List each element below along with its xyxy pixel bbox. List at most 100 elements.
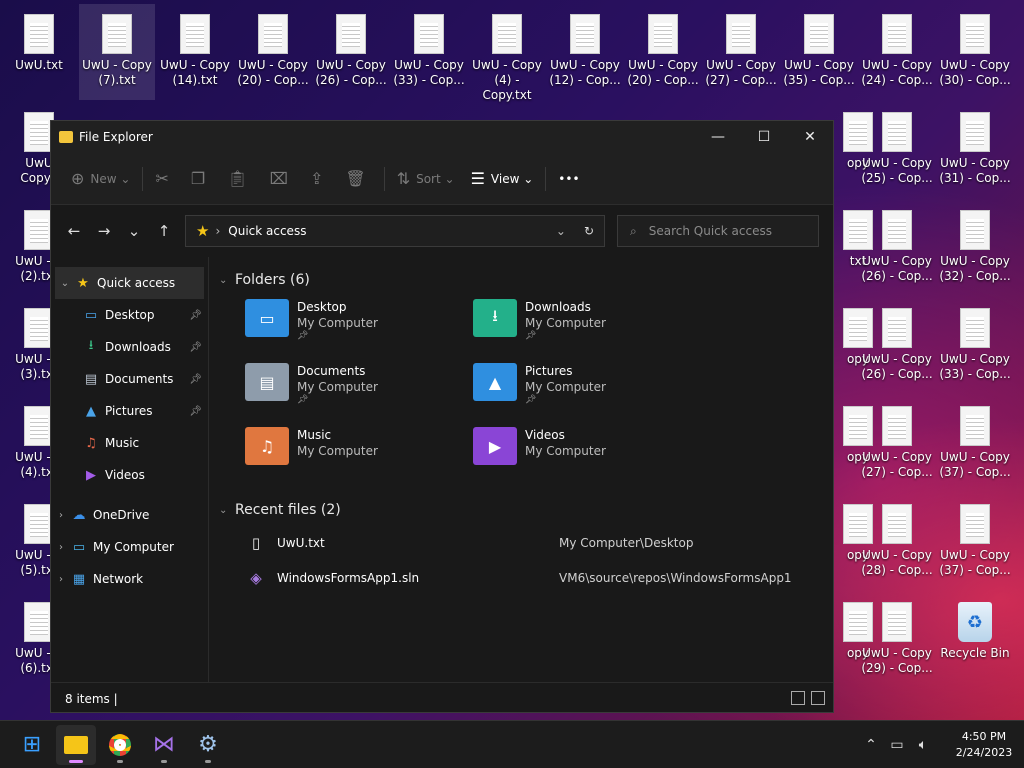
desktop-file-icon[interactable]: UwU - Copy (29) - Cop... — [859, 592, 935, 688]
view-button[interactable]: ☰ View ⌄ — [463, 162, 542, 196]
chevron-down-icon: ⌄ — [219, 504, 228, 516]
sidebar-item-quick-access[interactable]: ⌄ ★ Quick access — [55, 267, 204, 299]
sidebar-item-music[interactable]: ♫ Music — [51, 427, 208, 459]
sidebar-item-downloads[interactable]: ⭳ Downloads 📌︎ — [51, 331, 208, 363]
sidebar-item-my-computer[interactable]: › ▭ My Computer — [51, 531, 208, 563]
folder-location: My Computer — [297, 444, 378, 458]
folder-tile-documents[interactable]: ▤ Documents My Computer 📌︎ — [245, 359, 473, 423]
desktop-file-icon[interactable]: UwU - Copy (31) - Cop... — [937, 102, 1013, 198]
desktop-file-icon[interactable]: UwU - Copy (37) - Cop... — [937, 494, 1013, 590]
desktop-file-label: UwU - Copy (4) - Copy.txt — [472, 58, 542, 102]
desktop-file-icon[interactable]: UwU - Copy (33) - Cop... — [391, 4, 467, 100]
breadcrumb[interactable]: Quick access — [228, 224, 556, 238]
star-icon: ★ — [196, 222, 210, 240]
desktop-file-label: UwU - Copy (30) - Cop... — [939, 58, 1011, 87]
minimize-button[interactable]: — — [695, 121, 741, 153]
folders-section-header[interactable]: ⌄ Folders (6) — [219, 265, 833, 295]
recent-file-row[interactable]: ▯ UwU.txt My Computer\Desktop — [245, 525, 833, 560]
sidebar-item-network[interactable]: › ▦ Network — [51, 563, 208, 595]
desktop-file-icon[interactable]: UwU - Copy (30) - Cop... — [937, 4, 1013, 100]
desktop-file-icon[interactable]: UwU - Copy (28) - Cop... — [859, 494, 935, 590]
cut-button[interactable]: ✂ — [147, 162, 182, 196]
desktop-file-icon[interactable]: UwU - Copy (27) - Cop... — [703, 4, 779, 100]
pin-icon: 📌︎ — [297, 395, 309, 405]
folder-tile-videos[interactable]: ▶ Videos My Computer — [473, 423, 701, 487]
taskbar-file-explorer[interactable] — [56, 724, 96, 765]
rename-button[interactable]: ⌧ — [262, 162, 302, 196]
folder-tile-desktop[interactable]: ▭ Desktop My Computer 📌︎ — [245, 295, 473, 359]
forward-button[interactable]: → — [89, 216, 119, 246]
desktop-file-icon[interactable]: UwU - Copy (7).txt — [79, 4, 155, 100]
recent-file-row[interactable]: ◈ WindowsFormsApp1.sln VM6\source\repos\Wi… — [245, 560, 833, 595]
text-file-icon — [882, 210, 912, 250]
tiles-view-icon[interactable] — [811, 691, 825, 705]
desktop-file-icon[interactable]: UwU - Copy (35) - Cop... — [781, 4, 857, 100]
chevron-icon[interactable]: › — [51, 510, 71, 521]
more-icon: ••• — [558, 171, 580, 186]
folder-tile-pictures[interactable]: ▲ Pictures My Computer 📌︎ — [473, 359, 701, 423]
start-button[interactable]: ⊞ — [12, 725, 52, 765]
chevron-icon[interactable]: › — [51, 542, 71, 553]
network-icon[interactable]: ▭ — [884, 737, 910, 753]
chevron-down-icon[interactable]: ⌄ — [556, 224, 566, 238]
taskbar-visual-studio[interactable]: ⋈ — [144, 725, 184, 765]
desktop-file-label: UwU - Copy (33) - Cop... — [939, 352, 1011, 381]
chevron-up-icon[interactable]: ⌃ — [858, 737, 884, 753]
back-button[interactable]: ← — [59, 216, 89, 246]
recent-locations-button[interactable]: ⌄ — [119, 216, 149, 246]
address-bar[interactable]: ★ › Quick access ⌄ ↻ — [185, 215, 605, 247]
folder-tile-music[interactable]: ♫ Music My Computer — [245, 423, 473, 487]
delete-button[interactable]: 🗑︎ — [337, 162, 379, 196]
sidebar-item-pictures[interactable]: ▲ Pictures 📌︎ — [51, 395, 208, 427]
desktop-file-icon[interactable]: UwU - Copy (20) - Cop... — [625, 4, 701, 100]
share-icon: ⇪ — [309, 169, 324, 188]
desktop-file-icon[interactable]: UwU - Copy (20) - Cop... — [235, 4, 311, 100]
volume-icon[interactable]: 🔈︎ — [910, 737, 936, 753]
close-button[interactable]: ✕ — [787, 121, 833, 153]
details-view-icon[interactable] — [791, 691, 805, 705]
copy-button[interactable]: ❐ — [183, 162, 219, 196]
desktop-file-icon[interactable]: UwU - Copy (37) - Cop... — [937, 396, 1013, 492]
desktop-file-label: UwU - Copy (26) - Cop... — [861, 254, 933, 283]
sidebar-item-videos[interactable]: ▶ Videos — [51, 459, 208, 491]
paste-button[interactable]: 📋︎ — [219, 162, 261, 196]
desktop-file-icon[interactable]: UwU - Copy (4) - Copy.txt — [469, 4, 545, 102]
breadcrumb-separator: › — [215, 224, 221, 238]
chevron-icon[interactable]: › — [51, 574, 71, 585]
up-button[interactable]: ↑ — [149, 216, 179, 246]
desktop-file-icon[interactable]: UwU - Copy (12) - Cop... — [547, 4, 623, 100]
desktop-file-icon[interactable]: UwU - Copy (26) - Cop... — [313, 4, 389, 100]
folder-name: Desktop — [297, 300, 347, 314]
taskbar-settings[interactable]: ⚙ — [188, 725, 228, 765]
desktop-file-icon[interactable]: UwU - Copy (33) - Cop... — [937, 298, 1013, 394]
desktop-file-icon[interactable]: UwU - Copy (32) - Cop... — [937, 200, 1013, 296]
clock[interactable]: 4:50 PM 2/24/2023 — [944, 729, 1024, 761]
taskbar-chrome[interactable] — [100, 725, 140, 765]
folder-tile-downloads[interactable]: ⭳ Downloads My Computer 📌︎ — [473, 295, 701, 359]
sidebar-item-label: Network — [93, 572, 144, 586]
sidebar-item-documents[interactable]: ▤ Documents 📌︎ — [51, 363, 208, 395]
more-options-button[interactable]: ••• — [550, 162, 587, 196]
desktop-file-icon[interactable]: UwU.txt — [1, 4, 77, 100]
refresh-icon[interactable]: ↻ — [584, 224, 594, 238]
recycle-bin[interactable]: Recycle Bin — [937, 592, 1013, 688]
desktop-file-icon[interactable]: UwU - Copy (26) - Cop... — [859, 200, 935, 296]
text-file-icon — [492, 14, 522, 54]
documents-folder-icon: ▤ — [245, 363, 289, 401]
desktop-file-icon[interactable]: UwU - Copy (24) - Cop... — [859, 4, 935, 100]
desktop-file-icon[interactable]: UwU - Copy (27) - Cop... — [859, 396, 935, 492]
new-button[interactable]: ⊕ New ⌄ — [63, 162, 138, 196]
desktop-file-icon[interactable]: UwU - Copy (14).txt — [157, 4, 233, 100]
title-bar[interactable]: File Explorer — ☐ ✕ — [51, 121, 833, 153]
content-pane: ⌄ Folders (6) ▭ Desktop My Computer 📌︎ ⭳ Downl… — [209, 257, 833, 682]
sidebar-item-onedrive[interactable]: › ☁ OneDrive — [51, 499, 208, 531]
search-box[interactable]: ⌕ Search Quick access — [617, 215, 819, 247]
recent-section-header[interactable]: ⌄ Recent files (2) — [219, 495, 833, 525]
desktop-file-icon[interactable]: UwU - Copy (26) - Cop... — [859, 298, 935, 394]
maximize-button[interactable]: ☐ — [741, 121, 787, 153]
share-button[interactable]: ⇪ — [302, 162, 337, 196]
sort-button[interactable]: ⇅ Sort ⌄ — [389, 162, 463, 196]
sidebar-item-desktop[interactable]: ▭ Desktop 📌︎ — [51, 299, 208, 331]
chevron-icon[interactable]: ⌄ — [55, 278, 75, 289]
desktop-file-icon[interactable]: UwU - Copy (25) - Cop... — [859, 102, 935, 198]
